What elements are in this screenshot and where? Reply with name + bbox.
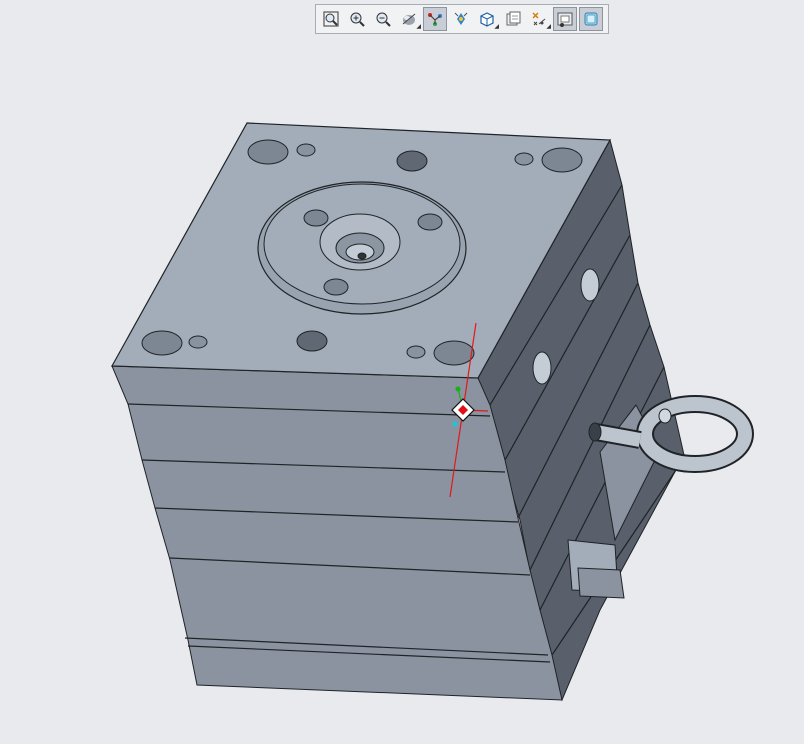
zoom-in-icon [350,12,365,27]
layers-button[interactable] [501,7,525,31]
model-tree-icon [584,12,598,26]
zoom-in-button[interactable] [345,7,369,31]
display-style-icon [402,13,416,25]
refit-button[interactable] [319,7,343,31]
datum-display-icon [532,12,546,26]
spin-center-button[interactable] [423,7,447,31]
refit-icon [323,11,339,27]
datum-display-button[interactable]: ◢ [527,7,551,31]
zoom-out-button[interactable] [371,7,395,31]
display-style-button[interactable]: ◢ [397,7,421,31]
saved-views-icon [480,12,494,27]
saved-views-button[interactable]: ◢ [475,7,499,31]
menu-caret-icon: ◢ [546,23,551,30]
zoom-out-icon [376,12,391,27]
locating-ring [257,181,467,315]
layers-icon [506,11,521,26]
model-tree-button[interactable] [579,7,603,31]
graphics-viewport[interactable] [0,36,804,744]
annotation-display-button[interactable] [553,7,577,31]
view-manager-button[interactable] [449,7,473,31]
menu-caret-icon: ◢ [416,23,421,30]
annotation-display-icon [557,12,573,27]
view-manager-icon [454,12,468,25]
menu-caret-icon: ◢ [494,23,499,30]
view-toolbar: ◢ ◢ ◢ [315,4,609,34]
mold-assembly-model[interactable] [0,36,804,744]
spin-center-icon [428,13,442,26]
